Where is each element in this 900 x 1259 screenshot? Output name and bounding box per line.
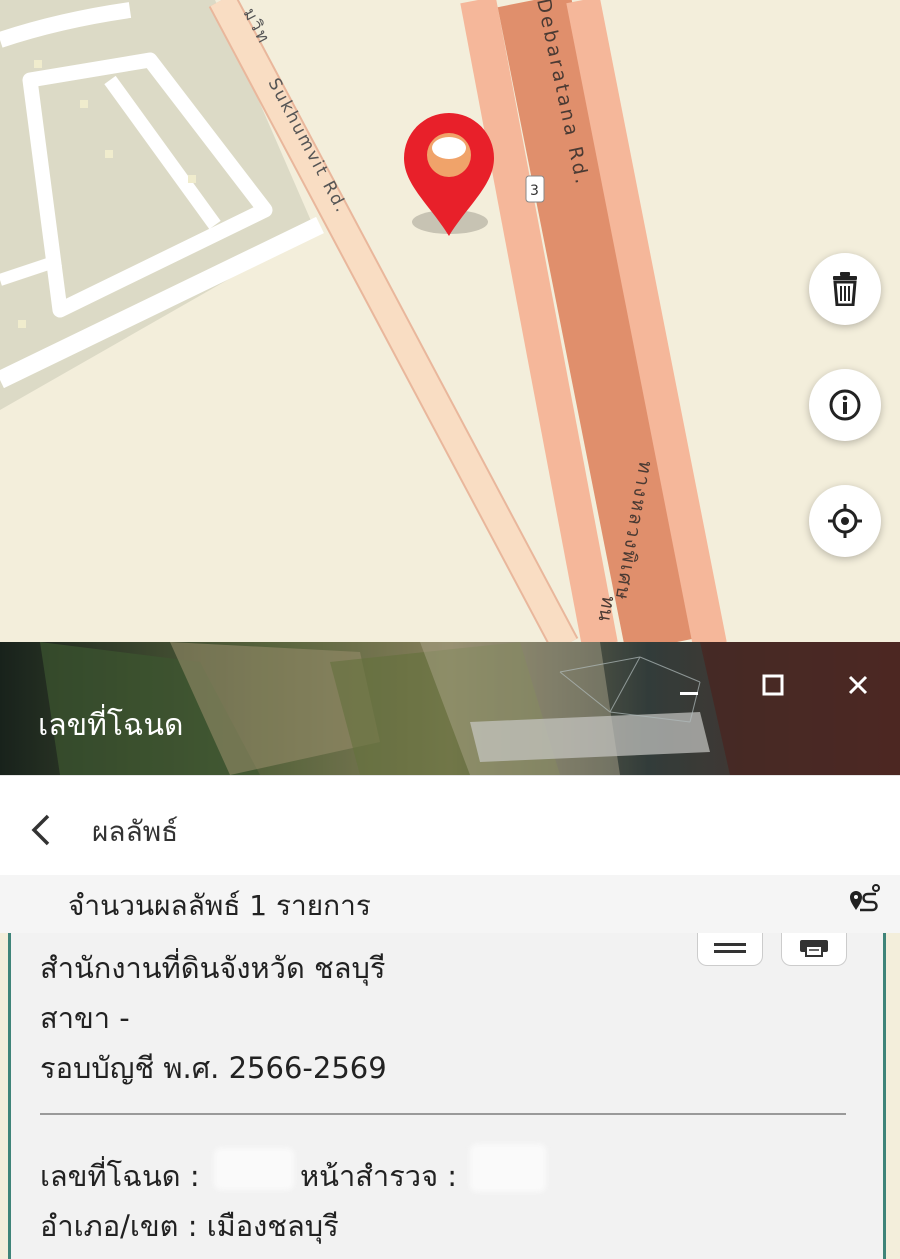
menu-button[interactable] xyxy=(697,933,763,966)
panel-title: เลขที่โฉนด xyxy=(38,708,184,743)
print-icon xyxy=(800,940,828,957)
deed-number-label: เลขที่โฉนด : xyxy=(40,1159,200,1193)
delete-button[interactable] xyxy=(809,253,881,325)
minimize-icon xyxy=(680,692,698,695)
map-canvas: มวิท Sukhumvit Rd. Debaratana Rd. 3 ทางห… xyxy=(0,0,900,645)
branch-text: สาขา - xyxy=(40,1001,130,1035)
results-title: ผลลัพธ์ xyxy=(92,815,179,848)
redacted-deed-number xyxy=(214,1148,294,1190)
back-button[interactable] xyxy=(28,812,56,848)
location-pin-icon[interactable] xyxy=(404,113,494,236)
menu-icon xyxy=(714,943,746,953)
fiscal-period-text: รอบบัญชี พ.ศ. 2566-2569 xyxy=(40,1051,387,1085)
chevron-left-icon xyxy=(31,814,50,846)
card-divider xyxy=(40,1113,846,1115)
locate-button[interactable] xyxy=(809,485,881,557)
minimize-button[interactable] xyxy=(675,672,703,700)
survey-page-label: หน้าสำรวจ : xyxy=(300,1159,458,1193)
route-button[interactable] xyxy=(846,880,882,916)
thai-road-fragment-label: ทน xyxy=(594,594,620,623)
crosshair-icon xyxy=(828,504,862,538)
close-icon xyxy=(848,675,868,695)
maximize-icon xyxy=(762,674,784,696)
result-count-text: จำนวนผลลัพธ์ 1 รายการ xyxy=(68,889,371,922)
maximize-button[interactable] xyxy=(758,670,788,700)
print-button[interactable] xyxy=(781,933,847,966)
info-button[interactable] xyxy=(809,369,881,441)
redacted-survey-number xyxy=(470,1144,546,1192)
map-view[interactable]: มวิท Sukhumvit Rd. Debaratana Rd. 3 ทางห… xyxy=(0,0,900,645)
route-number-label: 3 xyxy=(530,183,539,199)
close-button[interactable] xyxy=(843,670,873,700)
trash-icon xyxy=(833,272,857,306)
district-text: อำเภอ/เขต : เมืองชลบุรี xyxy=(40,1209,339,1243)
land-office-name: สำนักงานที่ดินจังหวัด ชลบุรี xyxy=(40,951,386,985)
info-icon xyxy=(829,389,861,421)
route-pin-icon xyxy=(850,884,880,912)
